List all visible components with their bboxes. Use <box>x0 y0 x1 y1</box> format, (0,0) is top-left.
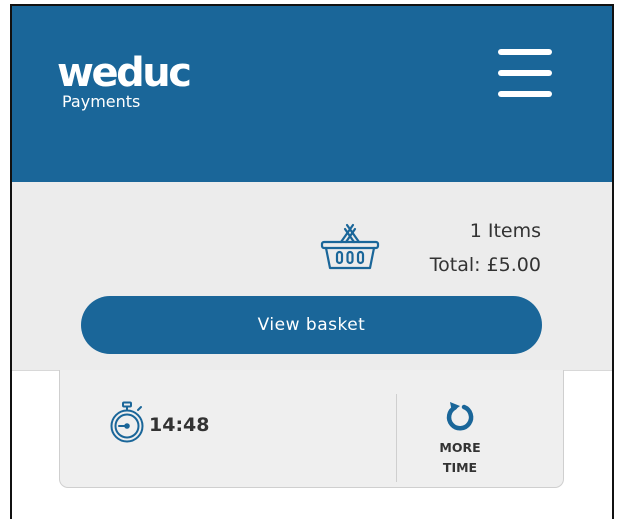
weduc-payments-logo[interactable]: weduc Payments <box>57 50 192 111</box>
logo-wordmark: weduc <box>57 50 192 96</box>
basket-summary-panel: 1 Items Total: £5.00 View basket <box>12 182 612 371</box>
view-basket-button[interactable]: View basket <box>81 296 542 354</box>
more-time-label: MORE TIME <box>439 440 481 475</box>
basket-total: Total: £5.00 <box>429 254 541 276</box>
refresh-icon <box>446 402 474 431</box>
app-frame: weduc Payments 1 Items Total: £5.00 View… <box>10 4 614 519</box>
basket-item-count: 1 Items <box>469 220 541 242</box>
time-remaining: 14:48 <box>149 414 210 436</box>
shopping-basket-icon[interactable] <box>320 222 380 272</box>
app-header: weduc Payments <box>12 6 612 182</box>
stopwatch-icon <box>110 401 144 443</box>
more-time-button[interactable]: MORE TIME <box>425 400 495 484</box>
hamburger-menu-icon[interactable] <box>494 46 556 100</box>
session-timer-card: 14:48 MORE TIME <box>59 370 564 488</box>
timer-divider <box>396 394 397 482</box>
